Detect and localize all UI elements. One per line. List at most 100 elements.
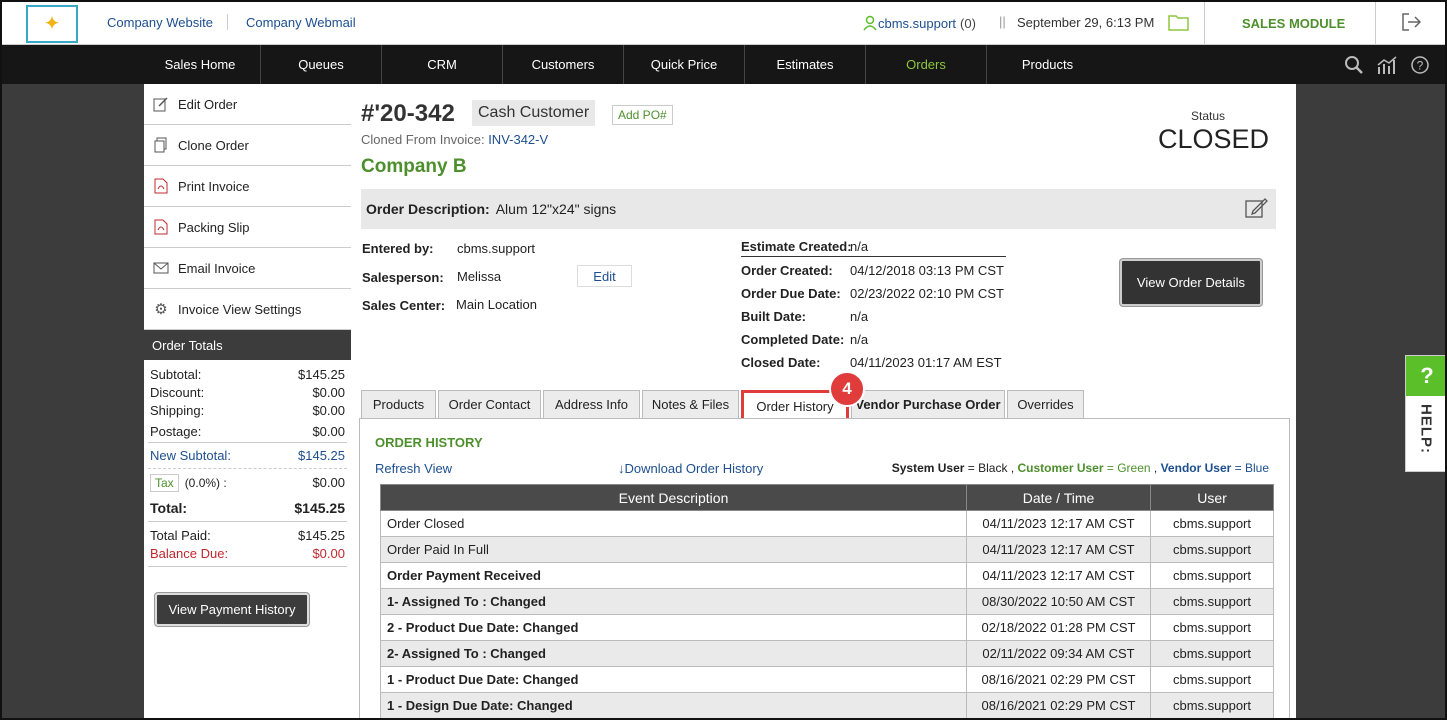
packing-slip-label: Packing Slip bbox=[178, 219, 250, 235]
completed-date-value: n/a bbox=[850, 332, 869, 347]
logo-star-icon: ✦ bbox=[43, 13, 61, 35]
company-webmail-link[interactable]: Company Webmail bbox=[246, 15, 356, 30]
legend-vendor-user: Vendor User bbox=[1160, 461, 1232, 475]
legend-system-user: System User bbox=[891, 461, 965, 475]
print-invoice-button[interactable]: Print Invoice bbox=[144, 166, 351, 207]
order-detail-main: #'20-342 Cash Customer Add PO# Cloned Fr… bbox=[351, 84, 1296, 718]
logout-icon[interactable] bbox=[1400, 12, 1422, 35]
user-cell: cbms.support bbox=[1150, 536, 1274, 563]
nav-queues[interactable]: Queues bbox=[261, 45, 382, 84]
analytics-icon[interactable] bbox=[1376, 55, 1398, 75]
tab-address-info[interactable]: Address Info bbox=[543, 390, 640, 418]
cloned-invoice-link[interactable]: INV-342-V bbox=[488, 132, 548, 147]
order-totals-heading: Order Totals bbox=[144, 330, 351, 360]
sales-center-value: Main Location bbox=[456, 297, 537, 312]
notification-count[interactable]: (0) bbox=[960, 16, 976, 31]
nav-orders[interactable]: Orders bbox=[866, 45, 987, 84]
svg-text:?: ? bbox=[1417, 59, 1424, 73]
event-description-cell: 2 - Product Due Date: Changed bbox=[380, 614, 967, 641]
customer-type-badge: Cash Customer bbox=[472, 100, 596, 126]
description-value: Alum 12"x24" signs bbox=[495, 201, 617, 217]
help-question-icon[interactable]: ? bbox=[1406, 356, 1445, 396]
refresh-view-link[interactable]: Refresh View bbox=[375, 461, 452, 476]
help-widget[interactable]: ? HELP: bbox=[1405, 355, 1445, 472]
separator: || bbox=[999, 14, 1006, 29]
discount-value: $0.00 bbox=[312, 384, 345, 400]
nav-icon-group: ? bbox=[1344, 55, 1430, 75]
date-time-cell: 02/18/2022 01:28 PM CST bbox=[966, 614, 1151, 641]
new-subtotal-value: $145.25 bbox=[298, 448, 345, 463]
shipping-value: $0.00 bbox=[312, 402, 345, 418]
pdf-icon bbox=[153, 219, 169, 235]
order-actions-panel: Edit Order Clone Order Print Invoice Pac… bbox=[144, 84, 351, 718]
tab-notes-files[interactable]: Notes & Files bbox=[642, 390, 739, 418]
divider bbox=[1375, 2, 1376, 45]
username[interactable]: cbms.support bbox=[878, 16, 956, 31]
current-datetime: September 29, 6:13 PM bbox=[1017, 15, 1155, 30]
company-website-link[interactable]: Company Website bbox=[107, 15, 213, 30]
total-label: Total: bbox=[150, 500, 188, 516]
edit-order-label: Edit Order bbox=[178, 96, 238, 112]
nav-estimates[interactable]: Estimates bbox=[745, 45, 866, 84]
date-time-cell: 04/11/2023 12:17 AM CST bbox=[966, 510, 1151, 537]
tax-rate: (0.0%) : bbox=[184, 475, 227, 490]
new-subtotal-row: New Subtotal: $145.25 bbox=[144, 443, 351, 468]
date-time-cell: 08/16/2021 02:29 PM CST bbox=[966, 692, 1151, 718]
clone-order-button[interactable]: Clone Order bbox=[144, 125, 351, 166]
view-payment-history-button[interactable]: View Payment History bbox=[155, 593, 309, 626]
table-row: 2 - Product Due Date: Changed 02/18/2022 … bbox=[380, 614, 1274, 641]
tab-products[interactable]: Products bbox=[361, 390, 436, 418]
estimate-created-value: n/a bbox=[850, 239, 869, 254]
nav-products[interactable]: Products bbox=[987, 45, 1108, 84]
edit-order-button[interactable]: Edit Order bbox=[144, 84, 351, 125]
gear-icon: ⚙ bbox=[154, 301, 168, 318]
help-circle-icon[interactable]: ? bbox=[1410, 55, 1430, 75]
add-po-button[interactable]: Add PO# bbox=[612, 105, 673, 125]
user-icon bbox=[863, 15, 877, 31]
company-logo[interactable]: ✦ bbox=[26, 5, 78, 43]
cloned-from: Cloned From Invoice: INV-342-V bbox=[361, 132, 548, 147]
sales-module-label[interactable]: SALES MODULE bbox=[1242, 16, 1345, 31]
event-description-cell: Order Paid In Full bbox=[380, 536, 967, 563]
download-order-history-link[interactable]: ↓Download Order History bbox=[618, 461, 763, 476]
help-label[interactable]: HELP: bbox=[1418, 404, 1435, 454]
tab-overrides[interactable]: Overrides bbox=[1007, 390, 1084, 418]
estimate-created-label: Estimate Created: bbox=[741, 239, 852, 254]
nav-quick-price[interactable]: Quick Price bbox=[624, 45, 745, 84]
folder-icon[interactable] bbox=[1168, 13, 1190, 34]
table-header-row: Event Description Date / Time User bbox=[380, 484, 1274, 511]
table-row: Order Paid In Full 04/11/2023 12:17 AM CS… bbox=[380, 536, 1274, 563]
nav-sales-home[interactable]: Sales Home bbox=[140, 45, 261, 84]
user-cell: cbms.support bbox=[1150, 666, 1274, 693]
tax-row: Tax (0.0%) : $0.00 bbox=[144, 469, 351, 495]
closed-date-label: Closed Date: bbox=[741, 355, 821, 370]
invoice-view-settings-button[interactable]: ⚙ Invoice View Settings bbox=[144, 289, 351, 330]
search-icon[interactable] bbox=[1344, 55, 1364, 75]
entered-by-value: cbms.support bbox=[457, 241, 536, 256]
tab-vendor-purchase-order[interactable]: Vendor Purchase Order bbox=[851, 390, 1005, 418]
balance-due-label: Balance Due: bbox=[150, 545, 229, 561]
view-order-details-button[interactable]: View Order Details bbox=[1120, 259, 1262, 306]
col-event-description: Event Description bbox=[380, 484, 967, 511]
total-value: $145.25 bbox=[294, 500, 345, 516]
event-description-cell: 1- Assigned To : Changed bbox=[380, 588, 967, 615]
nav-crm[interactable]: CRM bbox=[382, 45, 503, 84]
email-invoice-label: Email Invoice bbox=[178, 260, 256, 276]
packing-slip-button[interactable]: Packing Slip bbox=[144, 207, 351, 248]
tab-order-contact[interactable]: Order Contact bbox=[438, 390, 541, 418]
user-menu[interactable]: cbms.support (0) bbox=[862, 15, 976, 31]
company-name[interactable]: Company B bbox=[361, 156, 467, 178]
order-status: CLOSED bbox=[1158, 124, 1270, 154]
user-cell: cbms.support bbox=[1150, 640, 1274, 667]
order-due-value: 02/23/2022 02:10 PM CST bbox=[850, 286, 1004, 301]
discount-row: Discount: $0.00 bbox=[144, 384, 351, 400]
edit-description-icon[interactable] bbox=[1244, 196, 1268, 223]
built-date-label: Built Date: bbox=[741, 309, 806, 324]
completed-date-label: Completed Date: bbox=[741, 332, 845, 347]
email-invoice-button[interactable]: Email Invoice bbox=[144, 248, 351, 289]
description-label: Order Description: bbox=[366, 201, 490, 217]
edit-salesperson-button[interactable]: Edit bbox=[577, 265, 632, 287]
nav-customers[interactable]: Customers bbox=[503, 45, 624, 84]
subtotal-value: $145.25 bbox=[298, 366, 345, 382]
table-row: 2- Assigned To : Changed 02/11/2022 09:34… bbox=[380, 640, 1274, 667]
